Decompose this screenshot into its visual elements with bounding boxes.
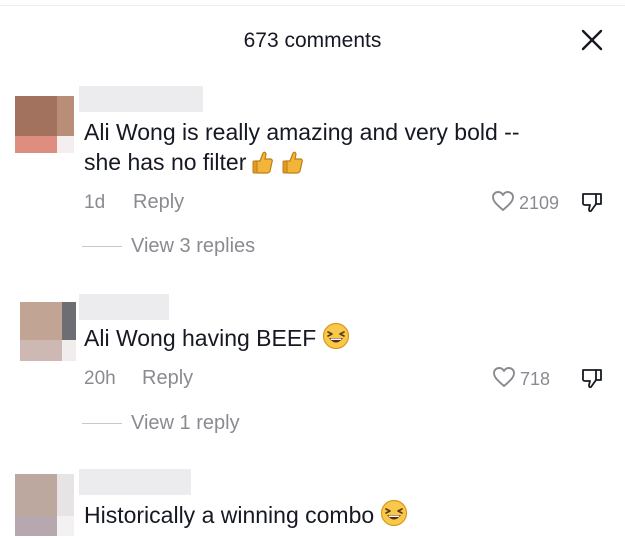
comment-text-line-2: she has no filter [84, 147, 304, 182]
like-button[interactable]: 2109 [491, 190, 559, 217]
reply-button[interactable]: Reply [133, 191, 184, 214]
avatar[interactable] [15, 96, 74, 153]
comment-text-line: Historically a winning combo [84, 502, 375, 528]
comments-count-title: 673 comments [243, 29, 382, 52]
comment-text-line: Ali Wong is really amazing and very bold… [84, 119, 520, 145]
avatar[interactable] [20, 302, 76, 361]
username-placeholder[interactable] [79, 86, 203, 112]
comment-time: 20h [84, 368, 116, 389]
reply-button[interactable]: Reply [142, 367, 193, 390]
thumbs-up-emoji [252, 150, 274, 182]
comment-text-line: she has no filter [84, 149, 247, 175]
like-button[interactable]: 718 [492, 366, 550, 393]
heart-icon [491, 190, 515, 217]
like-count: 2109 [519, 193, 560, 213]
thumbs-down-icon[interactable] [580, 366, 604, 390]
heart-icon [492, 366, 516, 393]
view-replies-label: View 3 replies [131, 235, 256, 257]
like-count: 718 [520, 369, 551, 389]
username-placeholder[interactable] [79, 469, 191, 495]
view-replies-button[interactable]: View 1 reply [82, 412, 240, 435]
comments-panel: 673 comments Ali Wong is really amazing … [0, 0, 625, 538]
divider [82, 246, 122, 247]
top-divider [0, 5, 625, 6]
comment-text-row: Historically a winning combo [84, 499, 408, 535]
comment-text-line: Ali Wong having BEEF [84, 325, 317, 351]
comment-text-row: Ali Wong having BEEF [84, 322, 350, 358]
grinning-squinting-emoji [380, 499, 408, 535]
thumbs-up-emoji [282, 150, 304, 182]
comment-time: 1d [84, 192, 106, 213]
view-replies-button[interactable]: View 3 replies [82, 235, 255, 258]
close-icon[interactable] [578, 26, 606, 54]
avatar[interactable] [15, 474, 74, 536]
username-placeholder[interactable] [79, 294, 169, 320]
divider [82, 423, 122, 424]
view-replies-label: View 1 reply [131, 412, 240, 434]
thumbs-down-icon[interactable] [580, 190, 604, 214]
grinning-squinting-emoji [322, 322, 350, 358]
